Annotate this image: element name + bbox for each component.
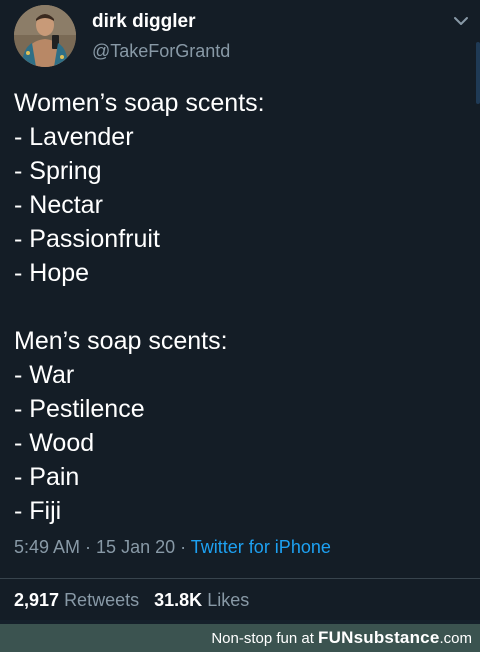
meta-separator: · (175, 537, 191, 557)
scroll-indicator (476, 42, 480, 104)
watermark-text: Non-stop fun at FUNsubstance.com (211, 628, 472, 648)
tweet-line: - Pain (14, 463, 80, 491)
display-name[interactable]: dirk diggler (92, 11, 195, 33)
chevron-down-icon[interactable] (452, 14, 470, 28)
tweet-line: - Spring (14, 157, 102, 185)
likes-count[interactable]: 31.8K (154, 590, 202, 610)
avatar[interactable] (14, 5, 76, 67)
tweet-source-link[interactable]: Twitter for iPhone (191, 537, 331, 557)
watermark-brand: FUNsubstance (318, 628, 440, 647)
tweet-stats: 2,917 Retweets 31.8K Likes (14, 588, 249, 612)
tweet-line: Men’s soap scents: (14, 327, 228, 355)
retweets-count[interactable]: 2,917 (14, 590, 59, 610)
avatar-image (14, 5, 76, 67)
watermark-suffix: .com (439, 630, 472, 647)
tweet-line: - Fiji (14, 497, 62, 525)
divider (0, 578, 480, 579)
tweet-time: 5:49 AM (14, 537, 81, 557)
tweet-line: - Passionfruit (14, 225, 160, 253)
meta-separator: · (80, 537, 97, 557)
tweet-text: Women’s soap scents: - Lavender - Spring… (14, 86, 454, 528)
tweet-line: Women’s soap scents: (14, 89, 265, 117)
tweet-meta: 5:49 AM · 15 Jan 20 · Twitter for iPhone (14, 535, 331, 559)
tweet-line: - Pestilence (14, 395, 145, 423)
watermark-bar: Non-stop fun at FUNsubstance.com (0, 624, 480, 652)
user-handle[interactable]: @TakeForGrantd (92, 40, 230, 62)
tweet-line: - Hope (14, 259, 90, 287)
tweet-date: 15 Jan 20 (96, 537, 176, 557)
watermark-prefix: Non-stop fun at (211, 630, 314, 647)
tweet-line: - Lavender (14, 123, 134, 151)
retweets-label[interactable]: Retweets (64, 590, 139, 610)
tweet-line: - Wood (14, 429, 95, 457)
tweet-line: - Nectar (14, 191, 103, 219)
tweet-line: - War (14, 361, 75, 389)
likes-label[interactable]: Likes (207, 590, 249, 610)
tweet-card: dirk diggler @TakeForGrantd Women’s soap… (0, 0, 480, 620)
